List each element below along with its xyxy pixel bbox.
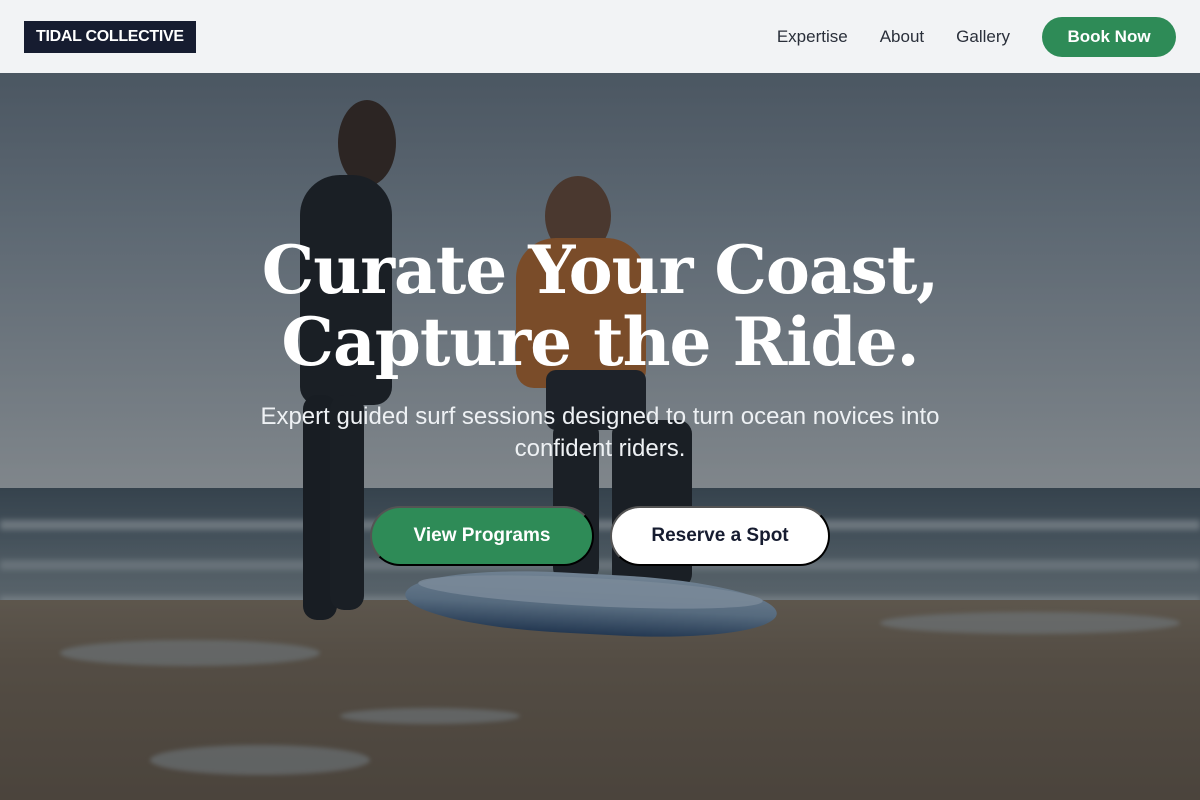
reserve-spot-button[interactable]: Reserve a Spot bbox=[610, 506, 830, 566]
headline-line-1: Curate Your Coast, bbox=[261, 231, 940, 309]
page: TIDAL COLLECTIVE Expertise About Gallery… bbox=[0, 0, 1200, 800]
hero-subtext: Expert guided surf sessions designed to … bbox=[260, 403, 940, 462]
site-logo[interactable]: TIDAL COLLECTIVE bbox=[24, 20, 196, 53]
headline-line-2: Capture the Ride. bbox=[281, 303, 919, 381]
site-header: TIDAL COLLECTIVE Expertise About Gallery… bbox=[0, 0, 1200, 73]
nav-link-about[interactable]: About bbox=[880, 27, 924, 47]
book-now-button[interactable]: Book Now bbox=[1042, 16, 1176, 57]
hero-section: Curate Your Coast, Capture the Ride. Exp… bbox=[0, 0, 1200, 800]
hero-headline: Curate Your Coast, Capture the Ride. bbox=[0, 234, 1200, 378]
nav-link-gallery[interactable]: Gallery bbox=[956, 27, 1010, 47]
view-programs-button[interactable]: View Programs bbox=[370, 506, 594, 566]
main-nav: Expertise About Gallery Book Now bbox=[777, 16, 1176, 57]
nav-link-expertise[interactable]: Expertise bbox=[777, 27, 848, 47]
hero-cta-group: View Programs Reserve a Spot bbox=[370, 506, 830, 566]
